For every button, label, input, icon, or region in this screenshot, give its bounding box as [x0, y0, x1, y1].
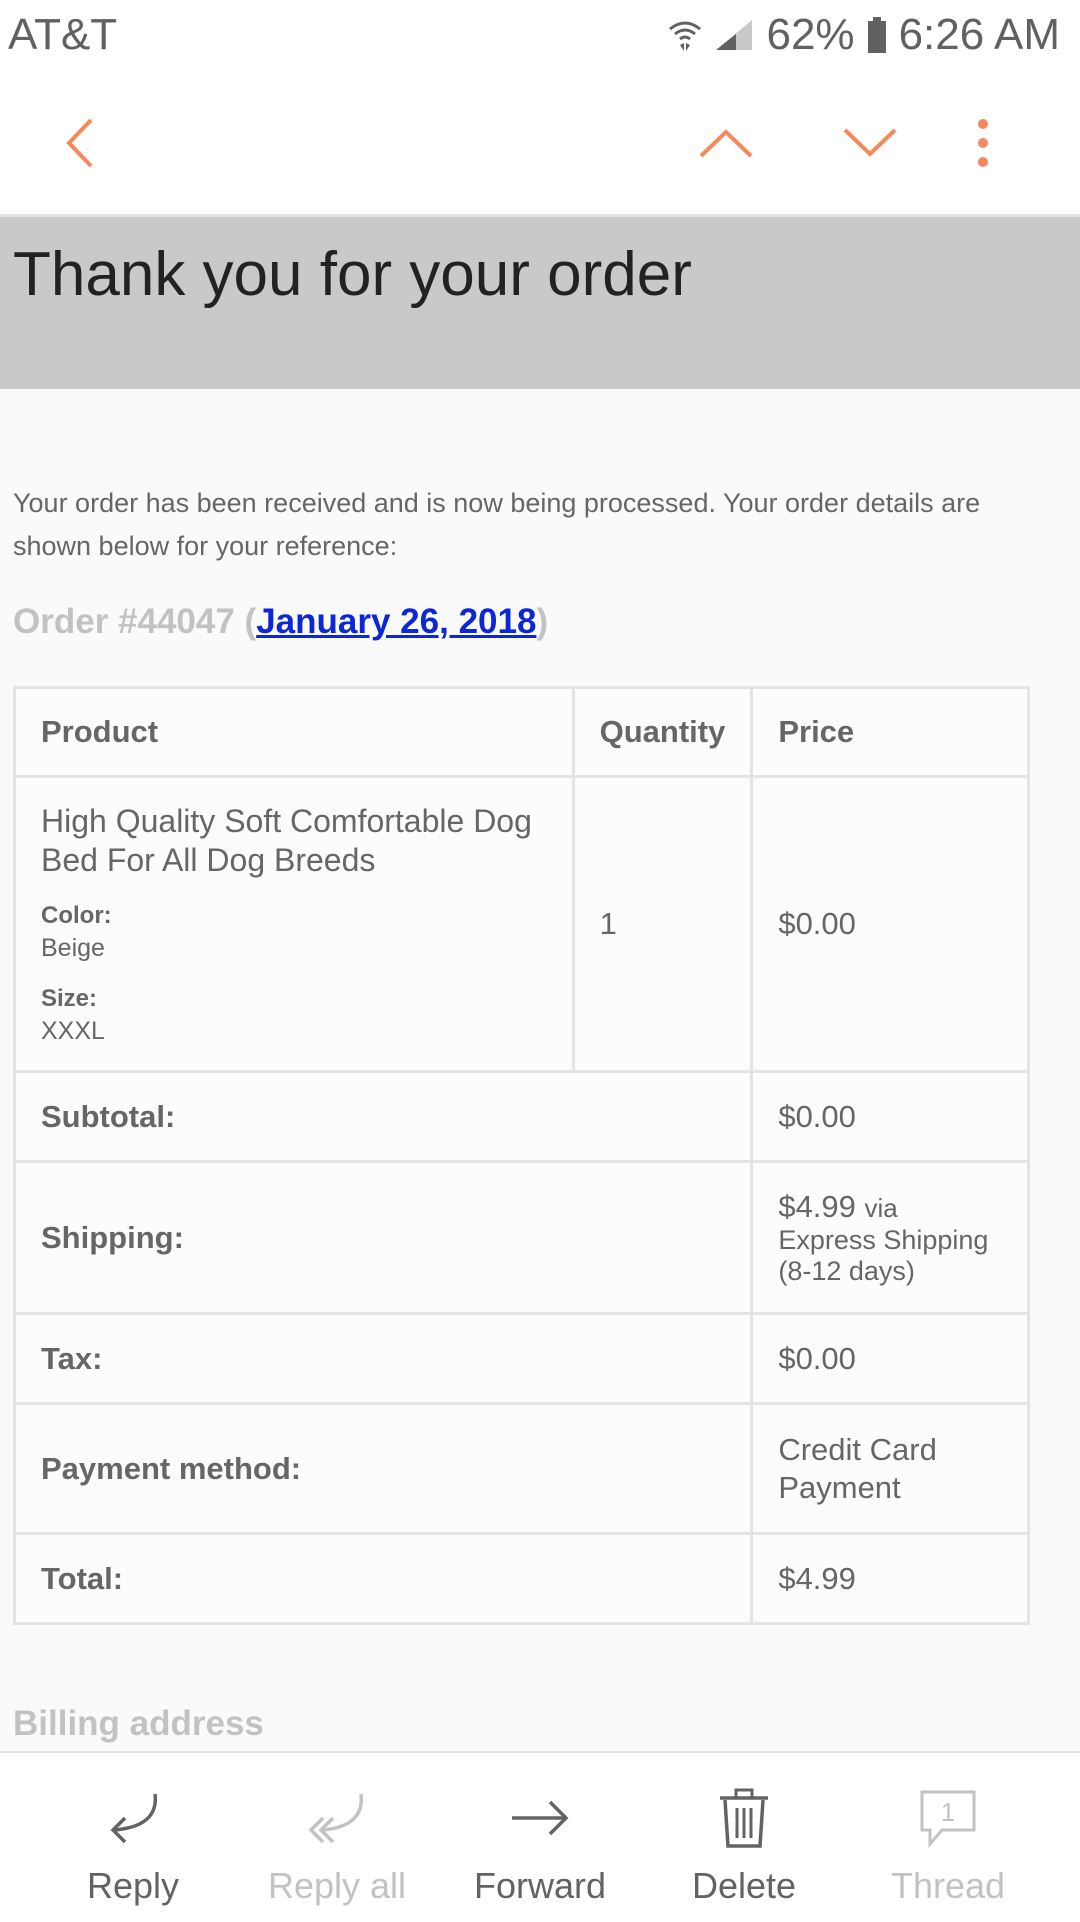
table-header-row: Product Quantity Price [13, 686, 1030, 778]
total-label: Total: [12, 1532, 754, 1625]
shipping-label: Shipping: [12, 1160, 754, 1315]
size-value: XXXL [41, 1017, 105, 1045]
size-label: Size: [41, 985, 98, 1012]
status-bar: AT&T 62% 6:26 AM [0, 0, 1080, 76]
chevron-up-icon [699, 128, 753, 163]
total-row: Total: $4.99 [12, 1532, 1030, 1625]
color-value: Beige [41, 934, 105, 962]
email-toolbar [0, 76, 1080, 217]
subtotal-label: Subtotal: [12, 1070, 754, 1163]
payment-row: Payment method: Credit Card Payment [12, 1402, 1030, 1535]
chevron-down-icon [843, 128, 897, 163]
price-cell: $0.00 [750, 775, 1030, 1073]
carrier-label: AT&T [8, 10, 118, 59]
reply-all-icon [232, 1783, 442, 1853]
quantity-cell: 1 [571, 775, 754, 1073]
header-price: Price [750, 686, 1030, 778]
intro-text: Your order has been received and is now … [13, 488, 981, 561]
table-row: High Quality Soft Comfortable Dog Bed Fo… [13, 775, 1030, 1073]
more-vertical-icon [976, 118, 990, 173]
shipping-cell: $4.99 via Express Shipping (8-12 days) [750, 1160, 1030, 1315]
more-options-button[interactable] [933, 76, 1033, 214]
product-cell: High Quality Soft Comfortable Dog Bed Fo… [13, 775, 575, 1073]
header-quantity: Quantity [571, 686, 754, 778]
reply-all-button[interactable]: Reply all [232, 1753, 442, 1922]
thread-label: Thread [890, 1865, 1006, 1906]
header-product: Product [13, 686, 575, 778]
reply-all-label: Reply all [267, 1865, 407, 1906]
tax-label: Tax: [12, 1312, 754, 1405]
wifi-icon [668, 17, 702, 53]
order-paren-close: ) [536, 602, 549, 641]
reply-label: Reply [86, 1865, 180, 1906]
next-email-button[interactable] [820, 76, 920, 214]
shipping-row: Shipping: $4.99 via Express Shipping (8-… [12, 1160, 1030, 1315]
delete-button[interactable]: Delete [639, 1753, 849, 1922]
order-table: Product Quantity Price High Quality Soft… [12, 686, 1030, 1625]
subtotal-value: $0.00 [750, 1070, 1030, 1163]
email-header-banner: Thank you for your order [0, 217, 1080, 389]
color-label: Color: [41, 902, 112, 929]
order-number: Order #44047 ( [13, 602, 257, 641]
trash-icon [639, 1783, 849, 1853]
order-number-line: Order #44047 (January 26, 2018) [13, 602, 548, 642]
payment-value: Credit Card Payment [750, 1402, 1030, 1535]
signal-icon [714, 18, 754, 52]
billing-heading: Billing address [13, 1704, 264, 1743]
email-heading: Thank you for your order [13, 240, 692, 309]
product-name: High Quality Soft Comfortable Dog Bed Fo… [41, 803, 532, 878]
subtotal-row: Subtotal: $0.00 [12, 1070, 1030, 1163]
status-indicators: 62% 6:26 AM [668, 10, 1060, 60]
thread-icon: 1 [843, 1783, 1053, 1853]
clock: 6:26 AM [898, 10, 1060, 59]
reply-button[interactable]: Reply [28, 1753, 238, 1922]
bottom-action-bar: Reply Reply all Forward Delete 1 Thread [0, 1751, 1080, 1922]
tax-row: Tax: $0.00 [12, 1312, 1030, 1405]
previous-email-button[interactable] [676, 76, 776, 214]
total-value: $4.99 [750, 1532, 1030, 1625]
back-button[interactable] [30, 76, 130, 214]
chevron-left-icon [65, 118, 95, 173]
forward-button[interactable]: Forward [435, 1753, 645, 1922]
thread-count: 1 [941, 1797, 955, 1827]
battery-percent: 62% [766, 10, 855, 59]
forward-arrow-icon [435, 1783, 645, 1853]
shipping-method: Express Shipping (8-12 days) [778, 1224, 989, 1286]
forward-label: Forward [473, 1865, 607, 1906]
delete-label: Delete [691, 1865, 797, 1906]
reply-icon [28, 1783, 238, 1853]
payment-label: Payment method: [12, 1402, 754, 1535]
shipping-amount: $4.99 [778, 1188, 856, 1224]
battery-icon [867, 17, 887, 53]
order-date-link[interactable]: January 26, 2018 [256, 602, 536, 641]
thread-button[interactable]: 1 Thread [843, 1753, 1053, 1922]
shipping-via: via [864, 1192, 898, 1223]
tax-value: $0.00 [750, 1312, 1030, 1405]
